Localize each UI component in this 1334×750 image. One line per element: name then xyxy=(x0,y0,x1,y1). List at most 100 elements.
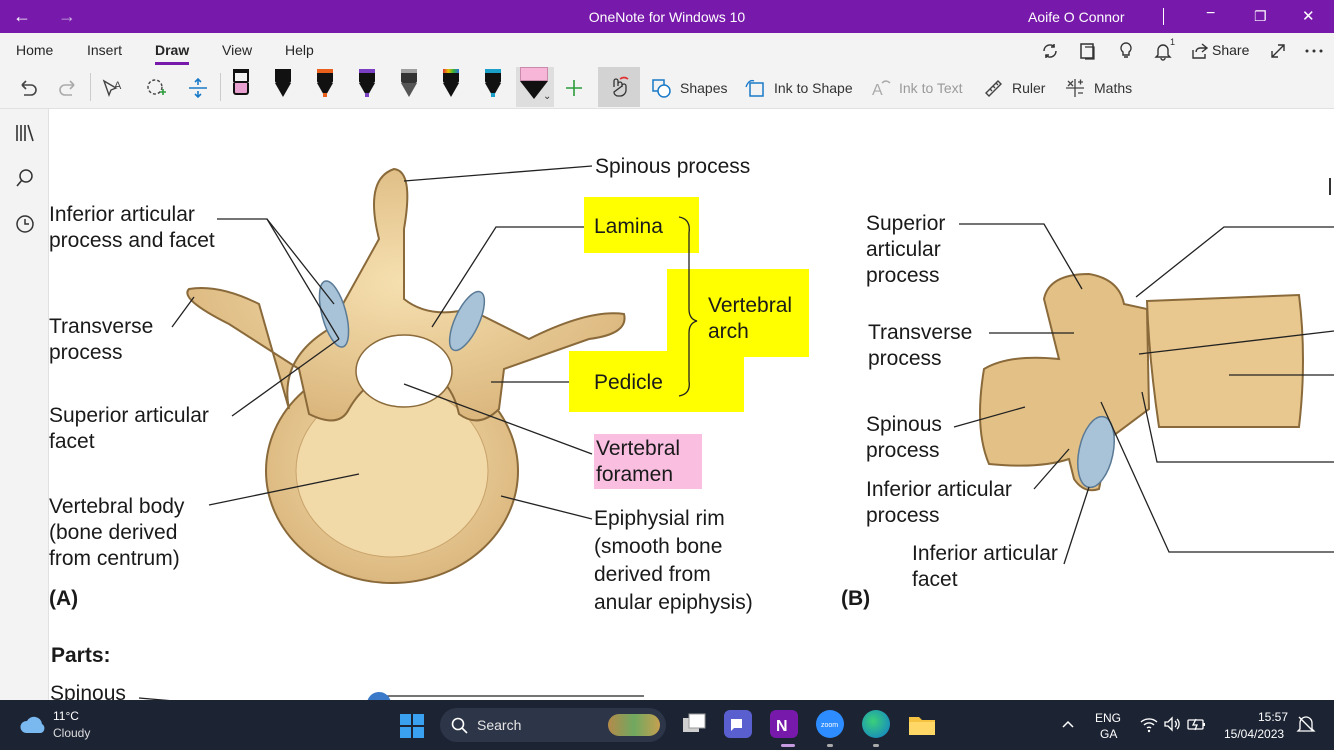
sync-icon[interactable] xyxy=(1040,41,1060,61)
black-pen[interactable] xyxy=(272,67,294,101)
chevron-up-icon[interactable] xyxy=(1061,717,1075,731)
volume-icon[interactable] xyxy=(1163,715,1181,733)
parts-heading[interactable]: Parts: xyxy=(51,644,111,668)
label-inferior-articular-a: Inferior articular xyxy=(49,203,195,226)
svg-text:zoom: zoom xyxy=(821,722,838,729)
ink-to-text-icon[interactable]: A xyxy=(870,77,892,99)
windows-taskbar: 11°C Cloudy Search N zoom ENG GA 15:57 1… xyxy=(0,700,1334,750)
label-inferior-articular-a-2: process and facet xyxy=(49,229,215,252)
tab-home[interactable]: Home xyxy=(16,42,53,58)
add-pen-icon[interactable] xyxy=(563,77,585,99)
input-language[interactable]: ENG xyxy=(1095,711,1121,725)
label-transverse-process-b: Transverse xyxy=(868,321,973,344)
shapes-icon[interactable] xyxy=(650,77,672,99)
shapes-button[interactable]: Shapes xyxy=(680,80,727,96)
search-icon[interactable] xyxy=(14,167,36,189)
minimize-button[interactable]: − xyxy=(1206,5,1215,23)
notification-center-icon[interactable] xyxy=(1296,714,1316,734)
notebook-icon[interactable] xyxy=(1078,41,1098,61)
selected-highlighter[interactable]: ⌄ xyxy=(516,67,554,107)
figure-a-letter: (A) xyxy=(49,587,79,610)
share-button[interactable]: Share xyxy=(1212,42,1249,58)
orange-pen[interactable] xyxy=(314,67,336,101)
svg-text:A: A xyxy=(114,80,122,92)
tab-draw[interactable]: Draw xyxy=(155,42,189,58)
label-inferior-articular-process-b: Inferior articular xyxy=(866,478,1012,501)
galaxy-pen[interactable] xyxy=(398,67,420,101)
teal-pen[interactable] xyxy=(482,67,504,101)
ink-to-text-button[interactable]: Ink to Text xyxy=(899,80,963,96)
taskbar-search-box[interactable]: Search xyxy=(440,708,666,742)
tab-insert[interactable]: Insert xyxy=(87,42,122,58)
title-separator xyxy=(1163,8,1164,25)
tab-help[interactable]: Help xyxy=(285,42,314,58)
tab-view[interactable]: View xyxy=(222,42,252,58)
label-inferior-articular-process-b-2: process xyxy=(866,504,940,527)
pink-highlighter-pen[interactable] xyxy=(230,67,252,101)
weather-description[interactable]: Cloudy xyxy=(53,726,90,740)
svg-text:A: A xyxy=(872,82,883,99)
clock-date[interactable]: 15/04/2023 xyxy=(1224,727,1284,741)
task-view-icon[interactable] xyxy=(681,712,707,738)
window-title: OneNote for Windows 10 xyxy=(588,9,746,25)
expand-icon[interactable] xyxy=(1268,41,1288,61)
maths-button[interactable]: Maths xyxy=(1094,80,1132,96)
lightbulb-icon[interactable] xyxy=(1116,41,1136,61)
notebooks-icon[interactable] xyxy=(14,122,36,144)
label-superior-articular-process-3: process xyxy=(866,264,940,287)
edge-running-indicator xyxy=(873,744,879,747)
more-options-icon[interactable] xyxy=(1304,41,1324,61)
label-inferior-articular-facet-b: Inferior articular xyxy=(912,542,1058,565)
weather-temperature[interactable]: 11°C xyxy=(53,709,79,723)
search-icon xyxy=(451,717,468,734)
lasso-select-icon[interactable] xyxy=(144,77,168,99)
type-select-icon[interactable]: A xyxy=(101,77,125,99)
clock-time[interactable]: 15:57 xyxy=(1258,710,1288,724)
label-vertebral-arch: Vertebral xyxy=(708,294,793,317)
share-icon[interactable] xyxy=(1190,41,1210,61)
wifi-icon[interactable] xyxy=(1139,715,1159,733)
ruler-button[interactable]: Ruler xyxy=(1012,80,1045,96)
ink-to-shape-icon[interactable] xyxy=(744,77,766,99)
label-epiphysial-rim-2: (smooth bone xyxy=(594,535,723,558)
close-button[interactable]: ✕ xyxy=(1302,7,1315,25)
rainbow-pen[interactable] xyxy=(440,67,462,101)
zoom-app-icon[interactable]: zoom xyxy=(816,710,844,738)
chevron-down-icon[interactable]: ⌄ xyxy=(543,91,551,102)
ink-to-shape-button[interactable]: Ink to Shape xyxy=(774,80,853,96)
label-transverse-process-a-2: process xyxy=(49,341,123,364)
restore-button[interactable]: ❐ xyxy=(1254,8,1267,25)
recent-history-icon[interactable] xyxy=(14,213,36,235)
onenote-active-indicator xyxy=(781,744,795,747)
draw-toolbar: A ⌄ Shapes Ink to Shape A Ink to Text Ru… xyxy=(0,67,1334,109)
label-transverse-process-b-2: process xyxy=(868,347,942,370)
battery-charging-icon[interactable] xyxy=(1187,715,1207,733)
toolbar-separator xyxy=(90,73,91,101)
label-spinous-process: Spinous process xyxy=(595,155,751,178)
search-label: Search xyxy=(477,717,522,733)
partial-note-line[interactable]: Spinous xyxy=(50,681,126,700)
redo-icon[interactable] xyxy=(58,77,80,99)
label-vertebral-body: Vertebral body xyxy=(49,495,185,518)
maths-icon[interactable] xyxy=(1064,77,1086,99)
user-name[interactable]: Aoife O Connor xyxy=(1028,9,1125,25)
input-language-variant[interactable]: GA xyxy=(1100,727,1117,741)
label-superior-articular-process: Superior xyxy=(866,212,946,235)
toolbar-separator xyxy=(220,73,221,101)
hand-touch-icon xyxy=(613,76,629,97)
purple-pen[interactable] xyxy=(356,67,378,101)
label-lamina: Lamina xyxy=(594,215,663,238)
cloudy-weather-icon[interactable] xyxy=(18,713,48,737)
label-epiphysial-rim-4: anular epiphysis) xyxy=(594,591,753,614)
undo-icon[interactable] xyxy=(16,77,38,99)
edge-browser-icon[interactable] xyxy=(862,710,890,738)
ruler-icon[interactable] xyxy=(982,77,1004,99)
windows-start-icon[interactable] xyxy=(399,713,425,739)
add-space-icon[interactable] xyxy=(186,77,210,99)
teams-chat-icon[interactable] xyxy=(724,710,752,738)
lasso-tool[interactable] xyxy=(598,67,640,107)
file-explorer-icon[interactable] xyxy=(907,712,937,738)
title-bar: ← → OneNote for Windows 10 Aoife O Conno… xyxy=(0,0,1334,33)
onenote-app-icon[interactable]: N xyxy=(770,710,798,738)
page-canvas[interactable]: Spinous process Inferior articular proce… xyxy=(49,109,1334,700)
